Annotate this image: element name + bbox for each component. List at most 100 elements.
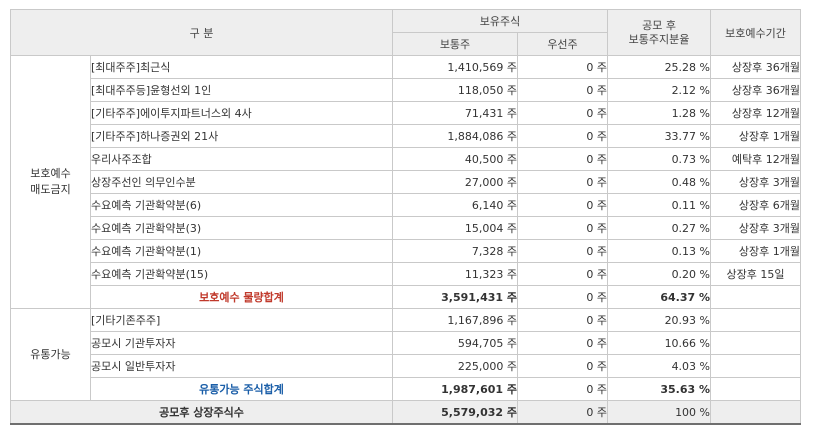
row-ratio: 25.28 % [607, 55, 712, 79]
tradable-subtotal-period [710, 377, 802, 401]
row-ratio: 33.77 % [607, 124, 712, 148]
row-period: 상장후 6개월 [710, 193, 802, 217]
row-label: 공모시 일반투자자 [90, 354, 393, 378]
row-preferred: 0 주 [516, 331, 609, 355]
row-label: [기타기존주주] [90, 308, 393, 332]
grand-total-period [710, 400, 802, 425]
row-ratio: 4.03 % [607, 354, 712, 378]
row-label: 수요예측 기관확약분(6) [90, 193, 393, 217]
table-row: 수요예측 기관확약분(15) 11,323 주 0 주 0.20 % 상장후 1… [11, 262, 802, 286]
row-label: [기타주주]하나증권외 21사 [90, 124, 393, 148]
tradable-subtotal-ratio: 35.63 % [607, 377, 712, 401]
row-common: 6,140 주 [392, 193, 518, 217]
row-ratio: 2.12 % [607, 78, 712, 102]
row-common: 11,323 주 [392, 262, 518, 286]
lockup-subtotal-ratio: 64.37 % [607, 285, 712, 309]
tradable-subtotal-preferred: 0 주 [516, 377, 609, 401]
row-period [710, 354, 802, 378]
row-period: 상장후 15일 [710, 262, 802, 286]
row-preferred: 0 주 [516, 55, 609, 79]
table-row: 수요예측 기관확약분(6) 6,140 주 0 주 0.11 % 상장후 6개월 [11, 193, 802, 217]
row-ratio: 0.27 % [607, 216, 712, 240]
row-common: 15,004 주 [392, 216, 518, 240]
row-period: 상장후 1개월 [710, 239, 802, 263]
row-period [710, 331, 802, 355]
row-preferred: 0 주 [516, 124, 609, 148]
row-label: 수요예측 기관확약분(15) [90, 262, 393, 286]
row-common: 594,705 주 [392, 331, 518, 355]
lockup-subtotal-row: 보호예수 물량합계 3,591,431 주 0 주 64.37 % [11, 285, 802, 309]
row-period: 상장후 36개월 [710, 55, 802, 79]
grand-total-common: 5,579,032 주 [392, 400, 518, 425]
shareholding-table: 구 분 보유주식 공모 후 보통주지분율 보호예수기간 보통주 우선주 보호예수… [10, 9, 802, 425]
tradable-subtotal-common: 1,987,601 주 [392, 377, 518, 401]
row-ratio: 20.93 % [607, 308, 712, 332]
row-ratio: 0.13 % [607, 239, 712, 263]
row-ratio: 10.66 % [607, 331, 712, 355]
row-preferred: 0 주 [516, 262, 609, 286]
row-common: 7,328 주 [392, 239, 518, 263]
row-preferred: 0 주 [516, 193, 609, 217]
row-label: 수요예측 기관확약분(1) [90, 239, 393, 263]
row-ratio: 1.28 % [607, 101, 712, 125]
row-label: 수요예측 기관확약분(3) [90, 216, 393, 240]
row-common: 1,410,569 주 [392, 55, 518, 79]
table-row: 수요예측 기관확약분(1) 7,328 주 0 주 0.13 % 상장후 1개월 [11, 239, 802, 263]
row-label: 공모시 기관투자자 [90, 331, 393, 355]
row-preferred: 0 주 [516, 354, 609, 378]
row-label: 우리사주조합 [90, 147, 393, 171]
row-preferred: 0 주 [516, 170, 609, 194]
lockup-subtotal-period [710, 285, 802, 309]
row-label: [기타주주]에이투지파트너스외 4사 [90, 101, 393, 125]
grand-total-preferred: 0 주 [516, 400, 609, 425]
header-preferred: 우선주 [516, 32, 609, 56]
row-ratio: 0.20 % [607, 262, 712, 286]
row-preferred: 0 주 [516, 308, 609, 332]
row-common: 225,000 주 [392, 354, 518, 378]
header-period: 보호예수기간 [710, 9, 802, 56]
table-row: 공모시 기관투자자 594,705 주 0 주 10.66 % [11, 331, 802, 355]
table-row: 보호예수 매도금지 [최대주주]최근식 1,410,569 주 0 주 25.28… [10, 55, 802, 309]
row-label: 상장주선인 의무인수분 [90, 170, 393, 194]
row-preferred: 0 주 [516, 239, 609, 263]
row-period [710, 308, 802, 332]
row-period: 상장후 1개월 [710, 124, 802, 148]
row-label: [최대주주]최근식 [90, 55, 393, 79]
row-ratio: 0.73 % [607, 147, 712, 171]
lockup-subtotal-preferred: 0 주 [516, 285, 609, 309]
header-category: 구 분 [10, 9, 393, 56]
grand-total-row: 공모후 상장주식수 5,579,032 주 0 주 100 % [10, 400, 802, 425]
table-row: [기타주주]에이투지파트너스외 4사 71,431 주 0 주 1.28 % 상… [11, 101, 802, 125]
row-common: 27,000 주 [392, 170, 518, 194]
header-ratio-line2: 보통주지분율 [628, 32, 690, 46]
row-period: 상장후 36개월 [710, 78, 802, 102]
table-row: 우리사주조합 40,500 주 0 주 0.73 % 예탁후 12개월 [11, 147, 802, 171]
row-common: 1,884,086 주 [392, 124, 518, 148]
table-row: [최대주주등]윤형선외 1인 118,050 주 0 주 2.12 % 상장후 … [11, 78, 802, 102]
row-common: 71,431 주 [392, 101, 518, 125]
row-preferred: 0 주 [516, 216, 609, 240]
header-ratio: 공모 후 보통주지분율 [607, 9, 712, 56]
row-ratio: 0.48 % [607, 170, 712, 194]
table-row: 공모시 일반투자자 225,000 주 0 주 4.03 % [11, 354, 802, 378]
row-preferred: 0 주 [516, 78, 609, 102]
table-row: 유통가능 [기타기존주주] 1,167,896 주 0 주 20.93 % [10, 308, 802, 401]
row-common: 1,167,896 주 [392, 308, 518, 332]
lockup-subtotal-common: 3,591,431 주 [392, 285, 518, 309]
row-common: 118,050 주 [392, 78, 518, 102]
grand-total-ratio: 100 % [607, 400, 712, 425]
row-period: 예탁후 12개월 [710, 147, 802, 171]
lockup-subtotal-label: 보호예수 물량합계 [90, 285, 393, 309]
table-row: [기타주주]하나증권외 21사 1,884,086 주 0 주 33.77 % … [11, 124, 802, 148]
row-period: 상장후 3개월 [710, 170, 802, 194]
grand-total-label: 공모후 상장주식수 [10, 400, 393, 425]
row-period: 상장후 3개월 [710, 216, 802, 240]
row-common: 40,500 주 [392, 147, 518, 171]
tradable-subtotal-row: 유통가능 주식합계 1,987,601 주 0 주 35.63 % [11, 377, 802, 401]
table-row: 수요예측 기관확약분(3) 15,004 주 0 주 0.27 % 상장후 3개… [11, 216, 802, 240]
row-ratio: 0.11 % [607, 193, 712, 217]
table-row: 상장주선인 의무인수분 27,000 주 0 주 0.48 % 상장후 3개월 [11, 170, 802, 194]
row-period: 상장후 12개월 [710, 101, 802, 125]
group-tradable: 유통가능 [10, 308, 91, 401]
header-holding: 보유주식 [391, 9, 609, 33]
